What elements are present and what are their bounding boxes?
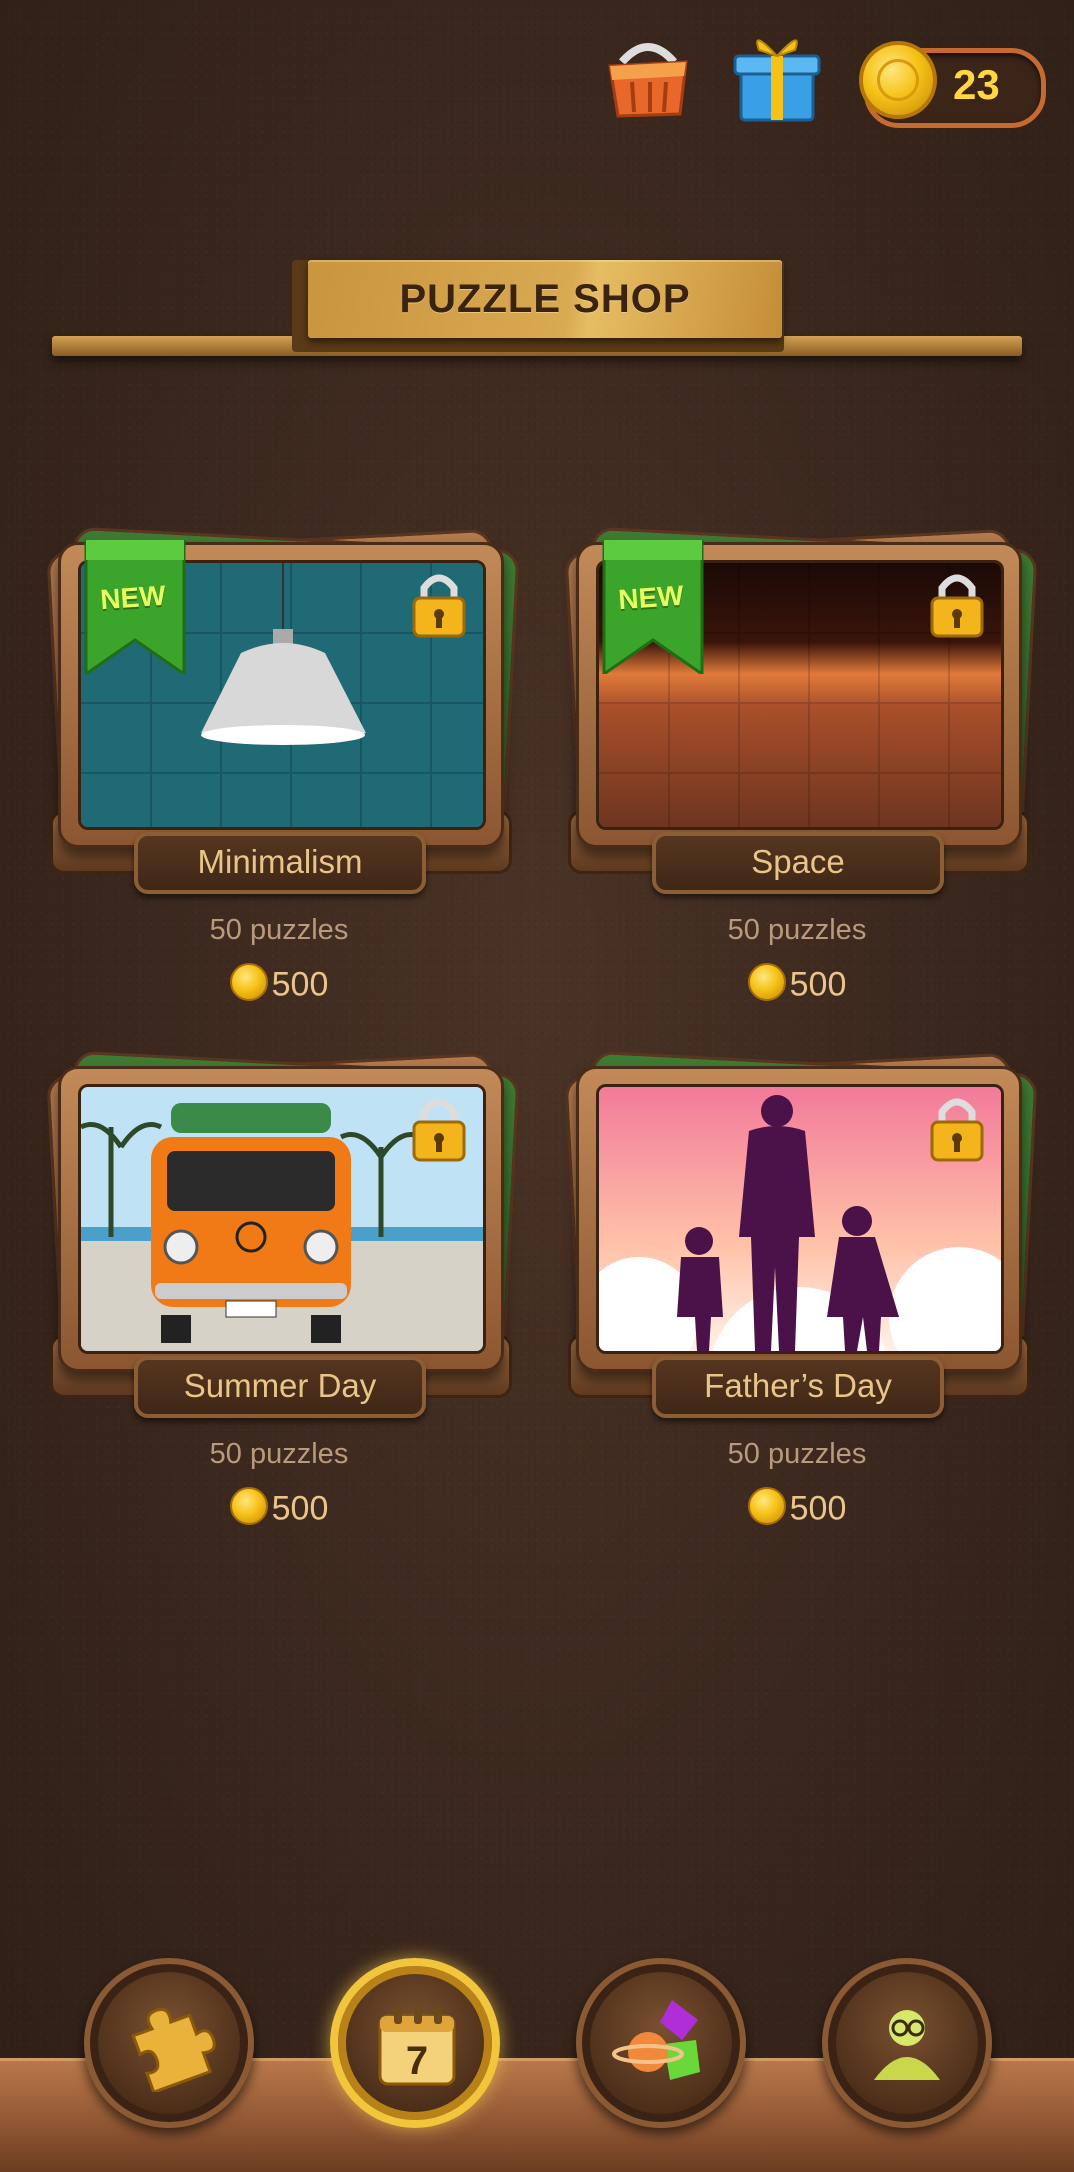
gift-icon[interactable] <box>731 28 823 124</box>
pack-card-summer-day[interactable]: Summer Day 50 puzzles 500 <box>44 1044 520 1528</box>
pack-name: Summer Day <box>134 1356 426 1418</box>
pack-card-space[interactable]: NEW Space 50 puzzles 500 <box>562 520 1038 1004</box>
pack-price[interactable]: 500 <box>562 1487 1032 1532</box>
pack-price-value: 500 <box>789 965 847 1004</box>
pack-puzzle-count: 50 puzzles <box>727 1438 867 1470</box>
pack-price-value: 500 <box>789 1489 847 1528</box>
new-badge-label: NEW <box>99 579 167 616</box>
coin-icon <box>747 1487 786 1526</box>
page-title: PUZZLE SHOP <box>399 277 691 321</box>
page-title-banner: PUZZLE SHOP <box>308 260 782 338</box>
pack-name: Father’s Day <box>652 1356 944 1418</box>
lock-icon <box>412 574 466 638</box>
coin-icon <box>229 1487 268 1526</box>
pack-puzzle-count: 50 puzzles <box>727 914 867 946</box>
new-badge-label-wrap: NEW <box>598 540 708 674</box>
nav-puzzles-button[interactable] <box>84 1958 254 2128</box>
top-bar: 23 <box>564 28 1046 128</box>
new-badge-label: NEW <box>617 579 685 616</box>
new-badge-label-wrap: NEW <box>80 540 190 674</box>
calendar-day: 7 <box>406 2039 428 2083</box>
avatar-icon <box>874 2010 940 2080</box>
pack-name: Space <box>652 832 944 894</box>
coin-icon <box>859 41 937 119</box>
pack-price-value: 500 <box>271 1489 329 1528</box>
pack-puzzle-count: 50 puzzles <box>209 1438 349 1470</box>
pack-puzzle-count: 50 puzzles <box>209 914 349 946</box>
pack-card-minimalism[interactable]: NEW Minimalism 50 puzzles 500 <box>44 520 520 1004</box>
shop-basket-icon[interactable] <box>604 32 692 122</box>
pack-card-fathers-day[interactable]: Father’s Day 50 puzzles 500 <box>562 1044 1038 1528</box>
lock-icon <box>412 1098 466 1162</box>
puzzle-piece-icon <box>131 2007 216 2092</box>
pack-price[interactable]: 500 <box>562 963 1032 1008</box>
calendar-icon: 7 <box>378 2006 456 2086</box>
planet-shapes-icon <box>612 2000 700 2080</box>
coin-icon <box>747 963 786 1002</box>
nav-collections-button[interactable] <box>576 1958 746 2128</box>
pack-price-value: 500 <box>271 965 329 1004</box>
coin-count: 23 <box>953 61 1000 108</box>
nav-profile-button[interactable] <box>822 1958 992 2128</box>
nav-daily-button[interactable]: 7 <box>330 1958 500 2128</box>
coin-balance[interactable]: 23 <box>859 41 1046 128</box>
coin-icon <box>229 963 268 1002</box>
lock-icon <box>930 1098 984 1162</box>
pack-name: Minimalism <box>134 832 426 894</box>
pack-price[interactable]: 500 <box>44 963 514 1008</box>
pack-price[interactable]: 500 <box>44 1487 514 1532</box>
lock-icon <box>930 574 984 638</box>
